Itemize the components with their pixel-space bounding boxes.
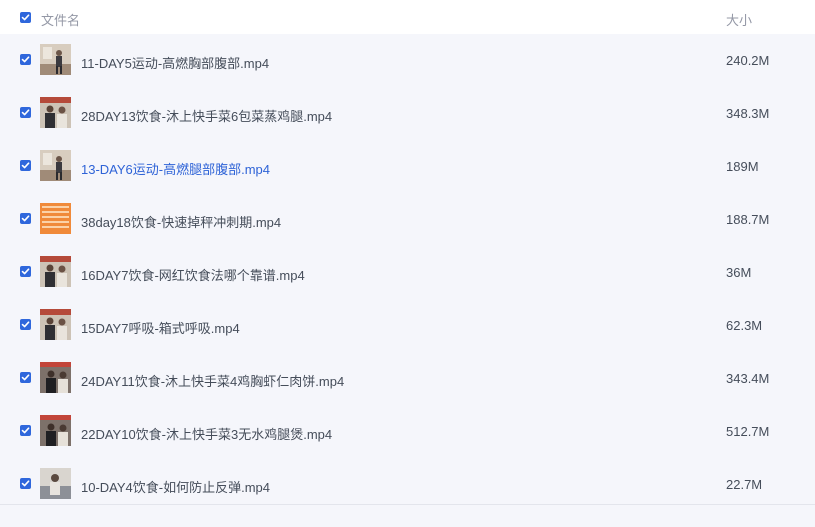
checkmark-icon	[21, 427, 30, 434]
file-row-checkbox[interactable]	[20, 478, 31, 489]
column-header-name[interactable]: 文件名	[41, 10, 80, 29]
file-row-checkbox[interactable]	[20, 372, 31, 383]
checkmark-icon	[21, 14, 30, 21]
checkmark-icon	[21, 215, 30, 222]
column-header-size[interactable]: 大小	[726, 10, 752, 29]
file-name[interactable]: 28DAY13饮食-沐上快手菜6包菜蒸鸡腿.mp4	[81, 106, 332, 125]
file-name[interactable]: 38day18饮食-快速掉秤冲刺期.mp4	[81, 212, 281, 231]
file-row[interactable]: 24DAY11饮食-沐上快手菜4鸡胸虾仁肉饼.mp4 343.4M	[0, 352, 815, 405]
file-row-checkbox[interactable]	[20, 319, 31, 330]
file-name[interactable]: 11-DAY5运动-高燃胸部腹部.mp4	[81, 53, 269, 72]
file-row[interactable]: 11-DAY5运动-高燃胸部腹部.mp4 240.2M	[0, 34, 815, 87]
file-name[interactable]: 16DAY7饮食-网红饮食法哪个靠谱.mp4	[81, 265, 305, 284]
file-row-checkbox[interactable]	[20, 160, 31, 171]
video-thumbnail	[40, 468, 71, 499]
video-thumbnail	[40, 203, 71, 234]
video-thumbnail	[40, 97, 71, 128]
video-thumbnail	[40, 309, 71, 340]
file-size: 512.7M	[726, 424, 770, 439]
file-size: 22.7M	[726, 477, 763, 492]
video-thumbnail	[40, 256, 71, 287]
file-row-checkbox[interactable]	[20, 54, 31, 65]
file-name[interactable]: 10-DAY4饮食-如何防止反弹.mp4	[81, 477, 270, 496]
video-thumbnail	[40, 362, 71, 393]
file-rows: 11-DAY5运动-高燃胸部腹部.mp4 240.2M 28DAY13饮食-沐上快手…	[0, 34, 815, 511]
file-size: 343.4M	[726, 371, 770, 386]
file-row[interactable]: 22DAY10饮食-沐上快手菜3无水鸡腿煲.mp4 512.7M	[0, 405, 815, 458]
checkmark-icon	[21, 321, 30, 328]
file-row-checkbox[interactable]	[20, 213, 31, 224]
file-row-checkbox[interactable]	[20, 425, 31, 436]
file-size: 189M	[726, 159, 759, 174]
checkmark-icon	[21, 268, 30, 275]
file-row[interactable]: 16DAY7饮食-网红饮食法哪个靠谱.mp4 36M	[0, 246, 815, 299]
video-thumbnail	[40, 415, 71, 446]
file-name[interactable]: 24DAY11饮食-沐上快手菜4鸡胸虾仁肉饼.mp4	[81, 371, 344, 390]
file-size: 348.3M	[726, 106, 770, 121]
file-row[interactable]: 15DAY7呼吸-箱式呼吸.mp4 62.3M	[0, 299, 815, 352]
file-row[interactable]: 38day18饮食-快速掉秤冲刺期.mp4 188.7M	[0, 193, 815, 246]
file-size: 240.2M	[726, 53, 770, 68]
file-name[interactable]: 15DAY7呼吸-箱式呼吸.mp4	[81, 318, 240, 337]
file-size: 188.7M	[726, 212, 770, 227]
checkmark-icon	[21, 109, 30, 116]
file-name[interactable]: 13-DAY6运动-高燃腿部腹部.mp4	[81, 159, 270, 178]
file-row-checkbox[interactable]	[20, 107, 31, 118]
file-size: 62.3M	[726, 318, 763, 333]
file-row[interactable]: 28DAY13饮食-沐上快手菜6包菜蒸鸡腿.mp4 348.3M	[0, 87, 815, 140]
list-bottom-divider	[0, 504, 815, 505]
select-all-checkbox[interactable]	[20, 12, 31, 23]
file-list-panel: 文件名 大小 11-DAY5运动-高燃胸部腹部.mp4 240.2M 28DAY13…	[0, 0, 815, 527]
video-thumbnail	[40, 150, 71, 181]
file-size: 36M	[726, 265, 752, 280]
file-row-checkbox[interactable]	[20, 266, 31, 277]
file-row[interactable]: 13-DAY6运动-高燃腿部腹部.mp4 189M	[0, 140, 815, 193]
checkmark-icon	[21, 162, 30, 169]
video-thumbnail	[40, 44, 71, 75]
file-name[interactable]: 22DAY10饮食-沐上快手菜3无水鸡腿煲.mp4	[81, 424, 332, 443]
checkmark-icon	[21, 480, 30, 487]
file-list-header: 文件名 大小	[0, 0, 815, 34]
checkmark-icon	[21, 56, 30, 63]
checkmark-icon	[21, 374, 30, 381]
